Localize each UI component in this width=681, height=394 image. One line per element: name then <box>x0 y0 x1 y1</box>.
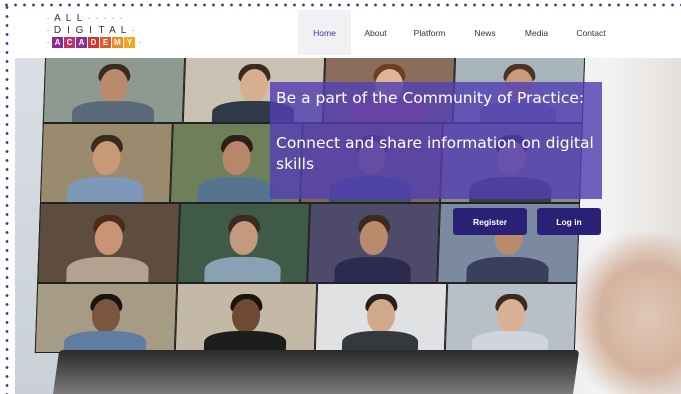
logo-dot: · <box>95 13 99 23</box>
hero-person-hand <box>571 233 681 394</box>
hero-headline-connect: Connect and share information on digital… <box>276 134 594 173</box>
logo-letter: I <box>67 24 70 36</box>
logo-letter-block: Y <box>124 36 135 48</box>
logo-letter-block: C <box>64 36 75 48</box>
video-tile <box>37 203 181 283</box>
logo-dot: · <box>119 13 123 23</box>
video-tile <box>314 283 448 353</box>
dotted-frame-top <box>0 0 681 10</box>
video-tile <box>174 283 318 353</box>
video-tile <box>177 203 310 283</box>
logo-letter: A <box>109 24 116 36</box>
logo-letter: L <box>120 24 127 36</box>
video-tile <box>40 123 173 203</box>
logo-letter-block: D <box>88 36 99 48</box>
logo-dot: · <box>46 13 50 23</box>
logo-dot: · <box>46 37 50 47</box>
logo-letter: T <box>98 24 105 36</box>
logo-dot: · <box>87 13 91 23</box>
main-nav: Home About Platform News Media Contact <box>298 10 620 55</box>
logo-letter: A <box>54 12 61 24</box>
logo-letter: I <box>89 24 92 36</box>
nav-item-contact[interactable]: Contact <box>562 10 620 55</box>
logo-row-academy: · A C A D E M Y · <box>44 36 164 48</box>
logo-letter-block: E <box>100 36 111 48</box>
logo-letter-block: A <box>52 36 63 48</box>
register-button[interactable]: Register <box>453 208 527 235</box>
laptop-keyboard <box>50 350 580 394</box>
logo-row-digital: · D I G I T A L · <box>44 24 164 36</box>
logo-letter-block: M <box>112 36 123 48</box>
login-button[interactable]: Log in <box>537 208 601 235</box>
logo-letter: G <box>75 24 84 36</box>
logo-dot: · <box>138 37 142 47</box>
dotted-frame-left <box>0 0 14 394</box>
video-tile <box>307 203 440 283</box>
nav-item-home[interactable]: Home <box>298 10 351 55</box>
logo-dot: · <box>103 13 107 23</box>
logo-letter: L <box>76 12 83 24</box>
nav-item-media[interactable]: Media <box>511 10 562 55</box>
nav-item-platform[interactable]: Platform <box>400 10 459 55</box>
video-tile <box>444 283 578 353</box>
nav-item-news[interactable]: News <box>459 10 511 55</box>
logo-dot: · <box>46 25 50 35</box>
all-digital-academy-logo[interactable]: · A L L · · · · · · D I G I T A L · · A C A D E M Y · <box>44 12 164 52</box>
video-tile <box>34 283 178 353</box>
logo-row-all: · A L L · · · · · <box>44 12 164 24</box>
logo-letter: L <box>65 12 72 24</box>
nav-item-about[interactable]: About <box>351 10 400 55</box>
logo-letter-block: A <box>76 36 87 48</box>
logo-dot: · <box>131 25 135 35</box>
hero-headline-community: Be a part of the Community of Practice: <box>276 89 585 107</box>
video-tile <box>42 58 186 123</box>
logo-dot: · <box>111 13 115 23</box>
logo-letter: D <box>53 24 62 36</box>
